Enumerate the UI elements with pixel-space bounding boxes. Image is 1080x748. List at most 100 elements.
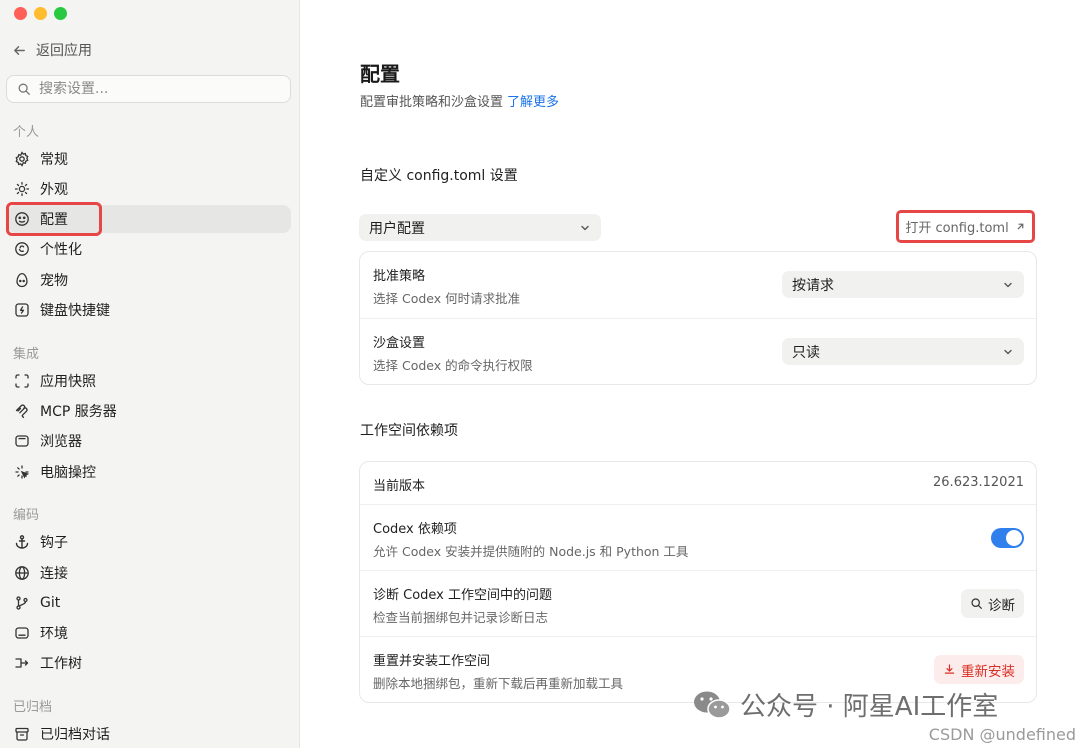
sandbox-select[interactable]: 只读 — [782, 338, 1024, 365]
download-icon — [944, 664, 955, 674]
codex-deps-desc: 允许 Codex 安装并提供随附的 Node.js 和 Python 工具 — [373, 544, 689, 559]
sidebar-item-app-snapshot[interactable]: 应用快照 — [8, 367, 291, 395]
search-input[interactable] — [39, 81, 269, 97]
arrow-left-icon — [14, 45, 25, 55]
sidebar-item-label: 常规 — [40, 152, 68, 168]
profile-select[interactable]: 用户配置 — [359, 214, 601, 241]
globe-icon — [15, 566, 29, 580]
version-row: 当前版本 26.623.12021 — [360, 462, 1036, 505]
group-label-personal: 个人 — [13, 125, 40, 140]
search-icon — [18, 83, 30, 95]
diagnose-row: 诊断 Codex 工作空间中的问题 检查当前捆绑包并记录诊断日志 诊断 — [360, 571, 1036, 637]
sandbox-title: 沙盒设置 — [373, 336, 426, 351]
chevron-down-icon — [581, 225, 589, 230]
policy-card: 批准策略 选择 Codex 何时请求批准 按请求 沙盒设置 选择 Codex 的… — [359, 251, 1037, 385]
learn-more-link[interactable]: 了解更多 — [507, 95, 559, 110]
snapshot-icon — [15, 374, 29, 388]
sidebar-item-label: 配置 — [40, 212, 68, 228]
reset-desc: 删除本地捆绑包，重新下载后再重新加载工具 — [373, 676, 624, 691]
approval-policy-value: 按请求 — [792, 277, 834, 294]
worktree-icon — [15, 658, 29, 668]
watermark-credit: CSDN @undefined — [928, 725, 1076, 744]
codex-deps-toggle[interactable] — [991, 528, 1024, 548]
face-icon — [15, 212, 29, 226]
main-content: 配置 配置审批策略和沙盒设置 了解更多 自定义 config.toml 设置 用户… — [300, 0, 1080, 748]
sidebar-item-general[interactable]: 常规 — [8, 145, 291, 173]
approval-policy-desc: 选择 Codex 何时请求批准 — [373, 291, 521, 306]
back-to-app-button[interactable]: 返回应用 — [12, 40, 92, 60]
approval-policy-row: 批准策略 选择 Codex 何时请求批准 按请求 — [360, 252, 1036, 319]
sidebar-item-environment[interactable]: 环境 — [8, 619, 291, 647]
zoom-window-button[interactable] — [54, 7, 67, 20]
minimize-window-button[interactable] — [34, 7, 47, 20]
sidebar-item-hooks[interactable]: 钩子 — [8, 528, 291, 556]
sidebar-item-label: Git — [40, 595, 61, 611]
sidebar-item-label: 已归档对话 — [40, 727, 110, 743]
watermark: 公众号 · 阿星AI工作室 — [692, 686, 998, 723]
close-window-button[interactable] — [14, 7, 27, 20]
personalize-icon — [15, 242, 29, 256]
open-config-label: 打开 config.toml — [905, 221, 1009, 236]
browser-icon — [15, 435, 29, 447]
sidebar-item-pet[interactable]: 宠物 — [8, 266, 291, 294]
version-value: 26.623.12021 — [933, 475, 1024, 490]
sandbox-desc: 选择 Codex 的命令执行权限 — [373, 358, 533, 373]
terminal-icon — [15, 627, 29, 639]
sidebar: 返回应用 个人 常规 外观 配置 个性化 宠物 键盘快捷键 集成 应用快照 MC… — [0, 0, 300, 748]
sidebar-item-label: 宠物 — [40, 273, 68, 289]
sidebar-item-browser[interactable]: 浏览器 — [8, 427, 291, 455]
sidebar-item-label: 应用快照 — [40, 374, 96, 390]
keyboard-icon — [15, 303, 29, 317]
wechat-icon — [694, 691, 731, 719]
workspace-section-title: 工作空间依赖项 — [360, 423, 458, 439]
sidebar-item-label: 个性化 — [40, 242, 82, 258]
sidebar-item-label: 键盘快捷键 — [40, 303, 110, 319]
version-title: 当前版本 — [373, 479, 426, 494]
open-config-toml-button[interactable]: 打开 config.toml — [896, 210, 1035, 243]
back-label: 返回应用 — [36, 43, 92, 59]
approval-policy-title: 批准策略 — [373, 269, 426, 284]
subtitle-text: 配置审批策略和沙盒设置 — [360, 95, 504, 110]
sidebar-item-personalization[interactable]: 个性化 — [8, 235, 291, 263]
sidebar-item-computer-control[interactable]: 电脑操控 — [8, 458, 291, 486]
diagnose-button[interactable]: 诊断 — [961, 589, 1024, 618]
search-box — [6, 75, 291, 103]
sidebar-item-archived-chats[interactable]: 已归档对话 — [8, 720, 291, 748]
sidebar-item-appearance[interactable]: 外观 — [8, 175, 291, 203]
sidebar-item-mcp-servers[interactable]: MCP 服务器 — [8, 397, 291, 425]
sidebar-item-git[interactable]: Git — [8, 589, 291, 617]
group-label-archived: 已归档 — [13, 700, 53, 715]
search-icon — [971, 598, 982, 609]
sidebar-item-keyboard-shortcuts[interactable]: 键盘快捷键 — [8, 296, 291, 324]
external-link-icon — [1017, 223, 1024, 230]
reinstall-label: 重新安装 — [961, 663, 1015, 680]
approval-policy-select[interactable]: 按请求 — [782, 271, 1024, 298]
git-branch-icon — [16, 596, 28, 610]
codex-deps-row: Codex 依赖项 允许 Codex 安装并提供随附的 Node.js 和 Py… — [360, 505, 1036, 571]
reset-title: 重置并安装工作空间 — [373, 654, 491, 669]
sidebar-item-label: 外观 — [40, 182, 68, 198]
egg-icon — [16, 272, 28, 288]
page-subtitle: 配置审批策略和沙盒设置 了解更多 — [360, 91, 559, 110]
window-controls — [14, 7, 67, 20]
sidebar-item-config[interactable]: 配置 — [8, 205, 291, 233]
sidebar-item-label: 电脑操控 — [40, 465, 96, 481]
sidebar-item-label: 钩子 — [40, 535, 68, 551]
group-label-integration: 集成 — [13, 347, 40, 362]
toggle-knob — [1006, 530, 1022, 546]
sandbox-value: 只读 — [792, 344, 820, 361]
watermark-text: 公众号 · 阿星AI工作室 — [740, 692, 999, 722]
mcp-icon — [15, 404, 28, 419]
sidebar-item-label: 工作树 — [40, 656, 82, 672]
archive-icon — [15, 727, 29, 741]
diagnose-label: 诊断 — [988, 597, 1015, 614]
sidebar-item-worktree[interactable]: 工作树 — [8, 649, 291, 677]
diagnose-desc: 检查当前捆绑包并记录诊断日志 — [373, 610, 549, 625]
reinstall-button[interactable]: 重新安装 — [934, 655, 1024, 684]
sidebar-item-connections[interactable]: 连接 — [8, 559, 291, 587]
group-label-coding: 编码 — [13, 508, 40, 523]
gear-icon — [15, 151, 29, 167]
diagnose-title: 诊断 Codex 工作空间中的问题 — [373, 588, 553, 603]
page-title: 配置 — [360, 62, 400, 86]
sidebar-item-label: 连接 — [40, 566, 68, 582]
